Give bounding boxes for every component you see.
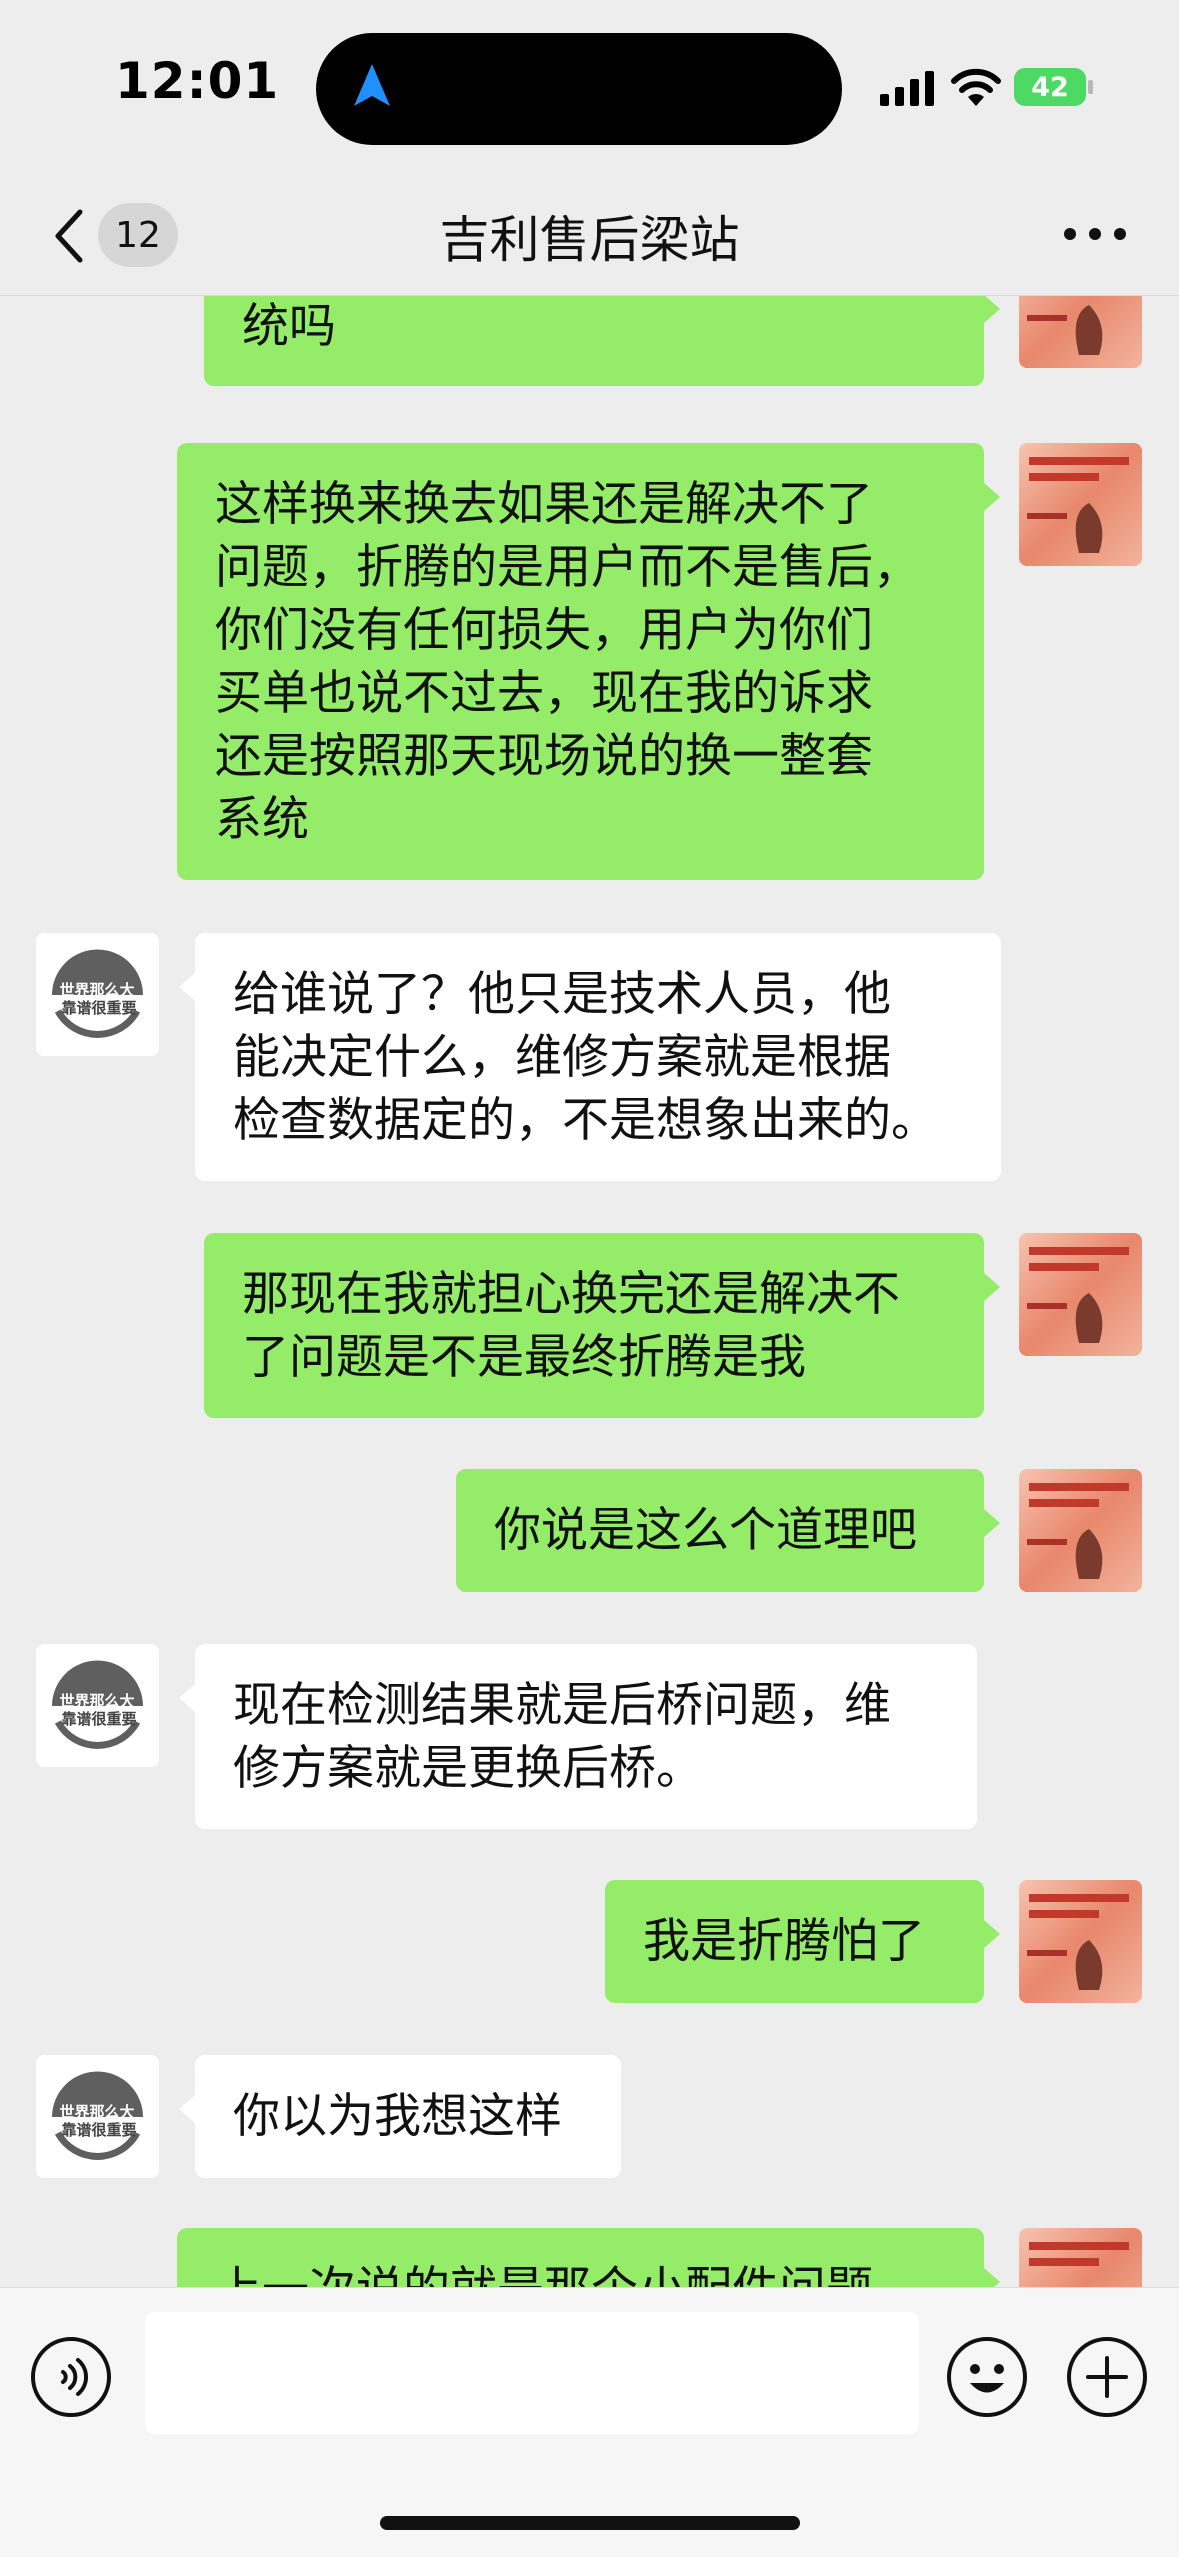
input-bar bbox=[0, 2287, 1179, 2557]
message-input[interactable] bbox=[145, 2312, 919, 2434]
my-avatar[interactable] bbox=[1019, 1880, 1142, 2003]
message-bubble-sent[interactable]: 上一次说的就是那个小配件问题 bbox=[177, 2228, 1000, 2287]
svg-text:世界那么大: 世界那么大 bbox=[59, 981, 134, 999]
my-avatar-image bbox=[1019, 1233, 1142, 1356]
voice-input-icon[interactable] bbox=[30, 2336, 112, 2418]
plus-icon[interactable] bbox=[1066, 2336, 1148, 2418]
status-bar: 12:01 42 bbox=[0, 0, 1179, 170]
my-avatar[interactable] bbox=[1019, 1233, 1142, 1356]
message-bubble-sent[interactable]: 这样换来换去如果还是解决不了 问题，折腾的是用户而不是售后， 你们没有任何损失，… bbox=[177, 443, 1000, 880]
message-bubble-sent[interactable]: 统吗 bbox=[204, 295, 1000, 386]
message-bubble-received[interactable]: 给谁说了？他只是技术人员，他 能决定什么，维修方案就是根据 检查数据定的，不是想… bbox=[179, 933, 1001, 1181]
battery-indicator: 42 bbox=[1014, 68, 1086, 106]
my-avatar[interactable] bbox=[1019, 443, 1142, 566]
my-avatar-image bbox=[1019, 443, 1142, 566]
dynamic-island bbox=[316, 33, 842, 145]
contact-avatar[interactable]: 世界那么大 靠谱很重要 bbox=[36, 1644, 159, 1767]
message-bubble-received[interactable]: 你以为我想这样 bbox=[179, 2055, 621, 2178]
message-list[interactable]: 统吗 这样换来换去如果还是解决不了 问题，折腾的是用户而不是售后， 你们没有任何… bbox=[0, 295, 1179, 2287]
contact-avatar-image: 世界那么大 靠谱很重要 bbox=[36, 933, 159, 1056]
my-avatar-image bbox=[1019, 1469, 1142, 1592]
status-time: 12:01 bbox=[115, 52, 280, 110]
chat-title: 吉利售后梁站 bbox=[439, 211, 740, 269]
my-avatar[interactable] bbox=[1019, 295, 1142, 368]
contact-avatar-image: 世界那么大 靠谱很重要 bbox=[36, 1644, 159, 1767]
svg-text:世界那么大: 世界那么大 bbox=[59, 2103, 134, 2121]
cellular-signal-icon bbox=[880, 71, 934, 106]
wifi-icon bbox=[951, 68, 1001, 106]
contact-avatar[interactable]: 世界那么大 靠谱很重要 bbox=[36, 2055, 159, 2178]
my-avatar[interactable] bbox=[1019, 2228, 1142, 2287]
my-avatar[interactable] bbox=[1019, 1469, 1142, 1592]
my-avatar-image bbox=[1019, 2228, 1142, 2287]
svg-text:世界那么大: 世界那么大 bbox=[59, 1692, 134, 1710]
svg-text:靠谱很重要: 靠谱很重要 bbox=[61, 999, 136, 1017]
message-bubble-sent[interactable]: 那现在我就担心换完还是解决不 了问题是不是最终折腾是我 bbox=[204, 1233, 1000, 1418]
svg-text:靠谱很重要: 靠谱很重要 bbox=[61, 1710, 136, 1728]
contact-avatar-image: 世界那么大 靠谱很重要 bbox=[36, 2055, 159, 2178]
my-avatar-image bbox=[1019, 1880, 1142, 2003]
message-bubble-received[interactable]: 现在检测结果就是后桥问题，维 修方案就是更换后桥。 bbox=[179, 1644, 977, 1829]
message-bubble-sent[interactable]: 我是折腾怕了 bbox=[605, 1880, 1000, 2003]
home-indicator[interactable] bbox=[380, 2516, 800, 2530]
chat-header: 12 吉利售后梁站 bbox=[0, 170, 1179, 296]
emoji-icon[interactable] bbox=[946, 2336, 1028, 2418]
my-avatar-image bbox=[1019, 295, 1142, 368]
message-bubble-sent[interactable]: 你说是这么个道理吧 bbox=[456, 1469, 1000, 1592]
svg-text:靠谱很重要: 靠谱很重要 bbox=[61, 2121, 136, 2139]
more-options-icon[interactable] bbox=[1060, 214, 1130, 254]
contact-avatar[interactable]: 世界那么大 靠谱很重要 bbox=[36, 933, 159, 1056]
battery-tip bbox=[1088, 80, 1093, 94]
location-arrow-icon bbox=[354, 64, 390, 106]
